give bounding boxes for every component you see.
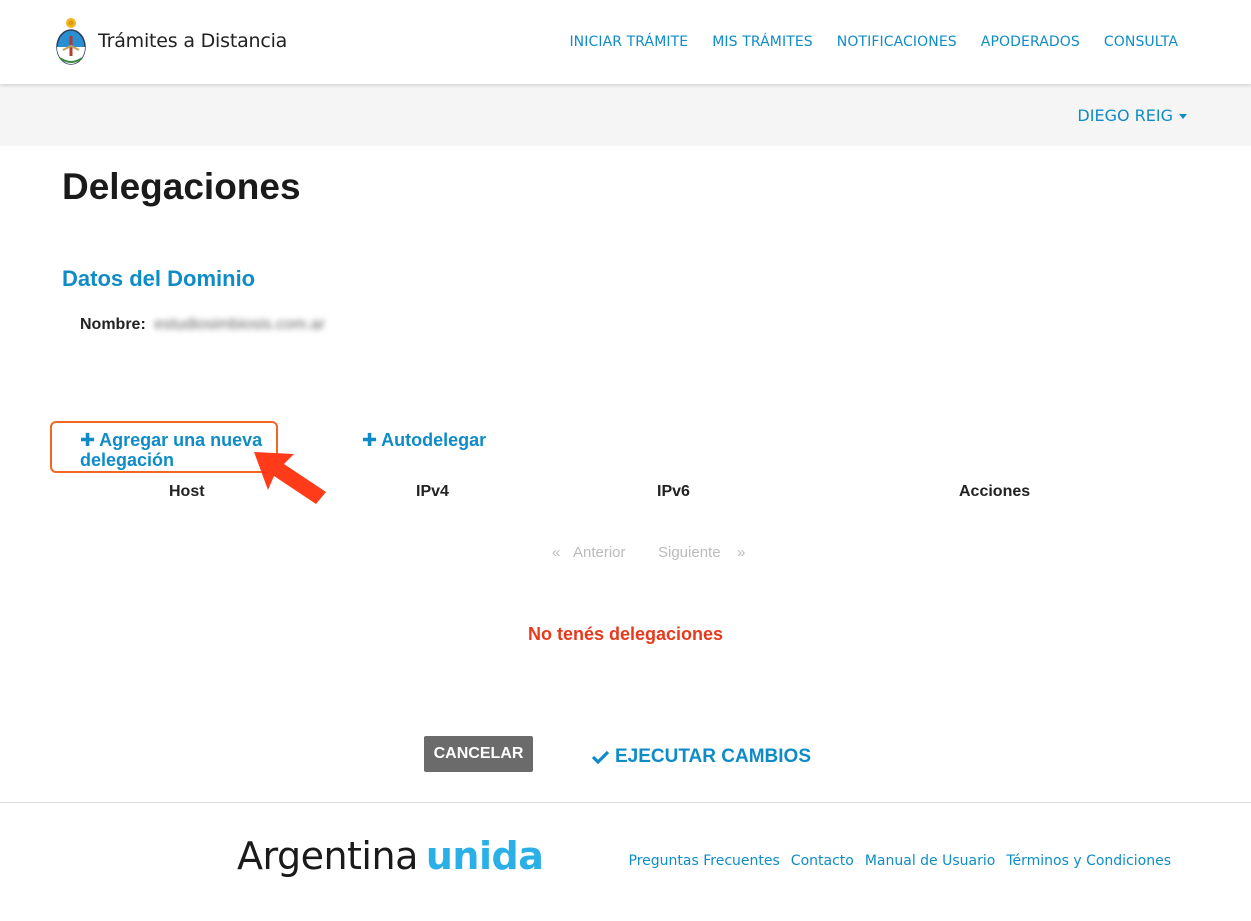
pagination-next-icon: » — [737, 544, 746, 561]
add-delegation-link[interactable]: ✚ Agregar una nueva delegación — [80, 430, 280, 470]
page-title: Delegaciones — [62, 166, 301, 207]
brand[interactable]: Trámites a Distancia — [54, 14, 287, 68]
cancel-button[interactable]: CANCELAR — [424, 736, 533, 772]
pagination-next[interactable]: Siguiente — [658, 544, 721, 561]
empty-message: No tenés delegaciones — [527, 624, 724, 644]
caret-down-icon — [1179, 114, 1187, 119]
domain-name-row: Nombre: estudiosimbiosis.com.ar — [80, 316, 325, 334]
nav-notificaciones[interactable]: NOTIFICACIONES — [837, 34, 957, 50]
footer-divider — [0, 802, 1251, 803]
footer-link-contacto[interactable]: Contacto — [791, 853, 854, 869]
nav-mis-tramites[interactable]: MIS TRÁMITES — [712, 34, 813, 50]
plus-icon: ✚ — [362, 430, 378, 450]
footer-link-terminos[interactable]: Términos y Condiciones — [1006, 853, 1171, 869]
domain-name-value: estudiosimbiosis.com.ar — [154, 316, 325, 333]
annotation-arrow-icon — [254, 452, 326, 504]
column-header-ipv6: IPv6 — [657, 483, 690, 500]
checkmark-icon — [592, 750, 609, 764]
column-header-acciones: Acciones — [959, 483, 1031, 500]
plus-icon: ✚ — [80, 430, 96, 450]
footer-link-faq[interactable]: Preguntas Frecuentes — [629, 853, 780, 869]
column-header-ipv4: IPv4 — [416, 483, 449, 500]
auto-delegate-link[interactable]: ✚ Autodelegar — [362, 430, 486, 451]
domain-name-label: Nombre: — [80, 316, 146, 333]
footer-logo-part1: Argentina — [237, 834, 418, 878]
footer-logo: Argentina unida — [237, 834, 544, 878]
nav-iniciar-tramite[interactable]: INICIAR TRÁMITE — [569, 34, 688, 50]
user-name: DIEGO REIG — [1077, 106, 1173, 125]
coat-of-arms-icon — [56, 18, 86, 65]
footer-logo-part2: unida — [425, 834, 544, 878]
footer-links: Preguntas Frecuentes Contacto Manual de … — [629, 853, 1171, 869]
execute-changes-label: EJECUTAR CAMBIOS — [615, 746, 811, 767]
main-nav: INICIAR TRÁMITE MIS TRÁMITES NOTIFICACIO… — [569, 34, 1178, 50]
footer-link-manual[interactable]: Manual de Usuario — [865, 853, 995, 869]
column-header-host: Host — [169, 483, 205, 500]
nav-apoderados[interactable]: APODERADOS — [981, 34, 1080, 50]
auto-delegate-label: Autodelegar — [381, 430, 487, 450]
top-navbar: Trámites a Distancia INICIAR TRÁMITE MIS… — [0, 0, 1251, 84]
user-menu[interactable]: DIEGO REIG — [1077, 106, 1187, 125]
site-name: Trámites a Distancia — [98, 30, 288, 52]
user-bar: DIEGO REIG — [0, 84, 1251, 146]
add-delegation-label: Agregar una nueva delegación — [80, 430, 263, 470]
execute-changes-button[interactable]: EJECUTAR CAMBIOS — [592, 746, 811, 768]
pagination-prev-icon: « — [552, 544, 561, 561]
nav-consulta[interactable]: CONSULTA — [1104, 34, 1178, 50]
section-title: Datos del Dominio — [62, 266, 256, 291]
pagination-prev[interactable]: Anterior — [573, 544, 626, 561]
